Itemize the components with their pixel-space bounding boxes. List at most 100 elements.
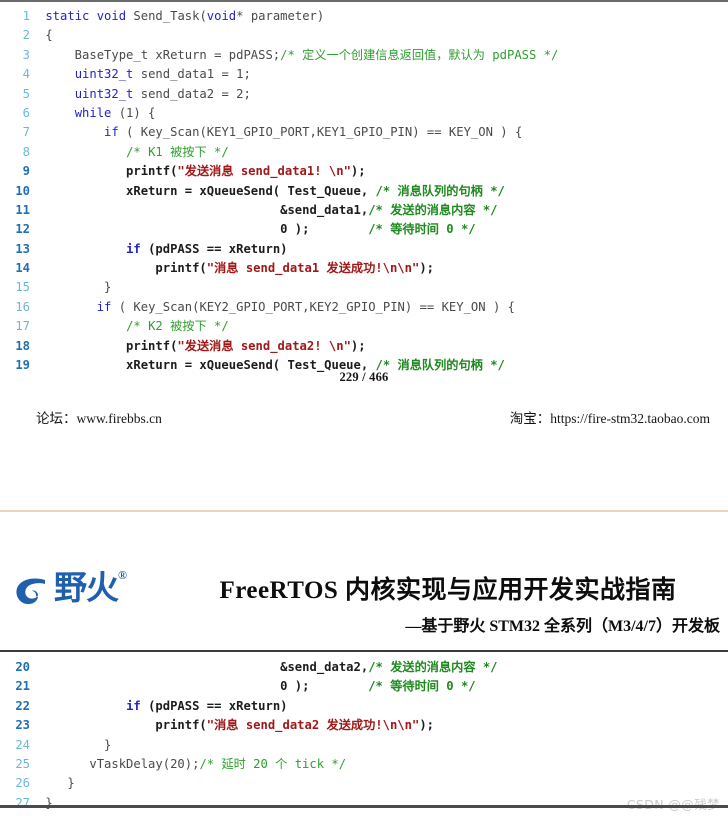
line-number: 23 [15,718,30,733]
code-token-cmt-b: /* 等待时间 0 */ [368,679,476,694]
code-line: 11 &send_data1,/* 发送的消息内容 */ [0,201,728,220]
code-text: printf("消息 send_data1 发送成功!\n\n"); [38,259,434,278]
page-bottom-rule [0,805,728,808]
code-token-kw: if [96,299,112,314]
line-number: 2 [22,28,30,43]
line-number: 24 [15,737,30,752]
code-token-plain-b: (pdPASS == xReturn) [140,698,288,713]
code-line: 17 /* K2 被按下 */ [0,317,728,336]
line-number: 11 [15,202,30,217]
code-token-plain-b: printf( [38,261,207,276]
code-line: 1 static void Send_Task(void* parameter) [0,7,728,26]
line-number: 26 [15,776,30,791]
code-token-str: "消息 send_data1 发送成功!\n\n" [206,261,420,276]
flame-swoosh-icon [14,574,48,608]
code-line: 16 if ( Key_Scan(KEY2_GPIO_PORT,KEY2_GPI… [0,298,728,317]
code-text: 0 ); /* 等待时间 0 */ [38,677,476,696]
code-token-cmt: /* 定义一个创建信息返回值，默认为 pdPASS */ [280,47,559,62]
code-token-kw: void [96,9,127,23]
code-token-kw-b: if [126,241,141,256]
code-token-kw: void [206,9,237,23]
code-line: 9 printf("发送消息 send_data1! \n"); [0,162,728,181]
code-token-kw: uint32_t [74,67,134,82]
code-text: printf("消息 send_data2 发送成功!\n\n"); [38,716,434,735]
code-token-plain: send_data1 = 1; [133,67,251,82]
code-line: 24 } [0,736,728,755]
code-token-plain: } [38,737,112,752]
code-line: 20 &send_data2,/* 发送的消息内容 */ [0,658,728,677]
brand-logo: 野火 ® [14,568,127,608]
code-token-plain-b: printf( [38,718,207,733]
code-token-kw: if [104,125,119,140]
code-token-plain-b: 0 ); [38,679,369,694]
code-token-plain: ( Key_Scan(KEY2_GPIO_PORT,KEY2_GPIO_PIN)… [111,299,515,314]
code-text: &send_data1,/* 发送的消息内容 */ [38,201,497,220]
code-line: 25 vTaskDelay(20);/* 延时 20 个 tick */ [0,755,728,774]
footer-links: 论坛：www.firebbs.cn 淘宝：https://fire-stm32.… [0,407,728,429]
code-token-plain-b: xReturn = xQueueSend( Test_Queue, [38,183,376,198]
code-text: while (1) { [38,104,156,123]
code-text: } [38,278,111,297]
code-token-plain-b: &send_data1, [38,202,369,217]
footer-taobao-link[interactable]: 淘宝：https://fire-stm32.taobao.com [510,407,710,427]
code-line: 23 printf("消息 send_data2 发送成功!\n\n"); [0,716,728,735]
code-text: BaseType_t xReturn = pdPASS;/* 定义一个创建信息返… [38,46,559,65]
line-number: 7 [22,125,30,140]
code-token-plain: } [38,776,75,791]
line-number: 8 [22,144,30,159]
line-number: 18 [15,338,30,353]
line-number: 22 [15,698,30,713]
code-line: 26 } [0,774,728,793]
code-token-kw: while [74,105,112,120]
line-number: 16 [15,299,30,314]
code-text: 0 ); /* 等待时间 0 */ [38,220,476,239]
code-line: 21 0 ); /* 等待时间 0 */ [0,677,728,696]
code-line: 2 { [0,26,728,45]
code-text: if ( Key_Scan(KEY2_GPIO_PORT,KEY2_GPIO_P… [38,298,515,317]
code-token-cmt-b: /* 发送的消息内容 */ [368,660,498,674]
footer-forum-link[interactable]: 论坛：www.firebbs.cn [36,407,162,427]
document-page-two: 野火 ® FreeRTOS 内核实现与应用开发实战指南 —基于野火 STM32 … [0,560,728,816]
code-token-cmt: /* K2 被按下 */ [126,319,229,334]
code-token-plain-b: printf( [38,338,178,353]
code-line: 15 } [0,278,728,297]
line-number: 3 [22,47,30,62]
page-one-footer: 229 / 466 论坛：www.firebbs.cn 淘宝：https://f… [0,370,728,429]
code-text: } [38,794,52,813]
code-line: 6 while (1) { [0,104,728,123]
code-line: 5 uint32_t send_data2 = 2; [0,85,728,104]
code-line: 10 xReturn = xQueueSend( Test_Queue, /* … [0,182,728,201]
code-token-plain-b: 0 ); [38,222,369,237]
code-text: } [38,774,75,793]
code-line: 14 printf("消息 send_data1 发送成功!\n\n"); [0,259,728,278]
code-listing-top: 1 static void Send_Task(void* parameter)… [0,7,728,375]
code-text: { [38,26,52,45]
code-line: 22 if (pdPASS == xReturn) [0,697,728,716]
code-token-plain-b: ); [350,164,366,179]
code-token-plain-b: printf( [38,164,178,179]
code-token-plain-b: &send_data2, [38,660,369,674]
code-token-plain-b [38,242,126,256]
code-token-plain-b: (pdPASS == xReturn) [140,241,288,256]
code-token-cmt: /* K1 被按下 */ [126,144,229,159]
page-header: 野火 ® FreeRTOS 内核实现与应用开发实战指南 —基于野火 STM32 … [0,560,728,652]
book-subtitle: —基于野火 STM32 全系列（M3/4/7）开发板 [405,618,720,635]
code-text: if ( Key_Scan(KEY1_GPIO_PORT,KEY1_GPIO_P… [38,123,522,142]
code-text: if (pdPASS == xReturn) [38,240,288,259]
code-text: } [38,736,111,755]
code-token-str: "发送消息 send_data2! \n" [177,338,351,353]
page-separator [0,510,728,512]
brand-wordmark: 野火 [54,568,119,607]
code-text: &send_data2,/* 发送的消息内容 */ [38,658,498,677]
code-token-kw: static [45,9,90,23]
code-token-kw: uint32_t [74,86,134,101]
code-line: 13 if (pdPASS == xReturn) [0,240,728,259]
line-number: 13 [15,241,30,256]
code-line: 4 uint32_t send_data1 = 1; [0,65,728,84]
